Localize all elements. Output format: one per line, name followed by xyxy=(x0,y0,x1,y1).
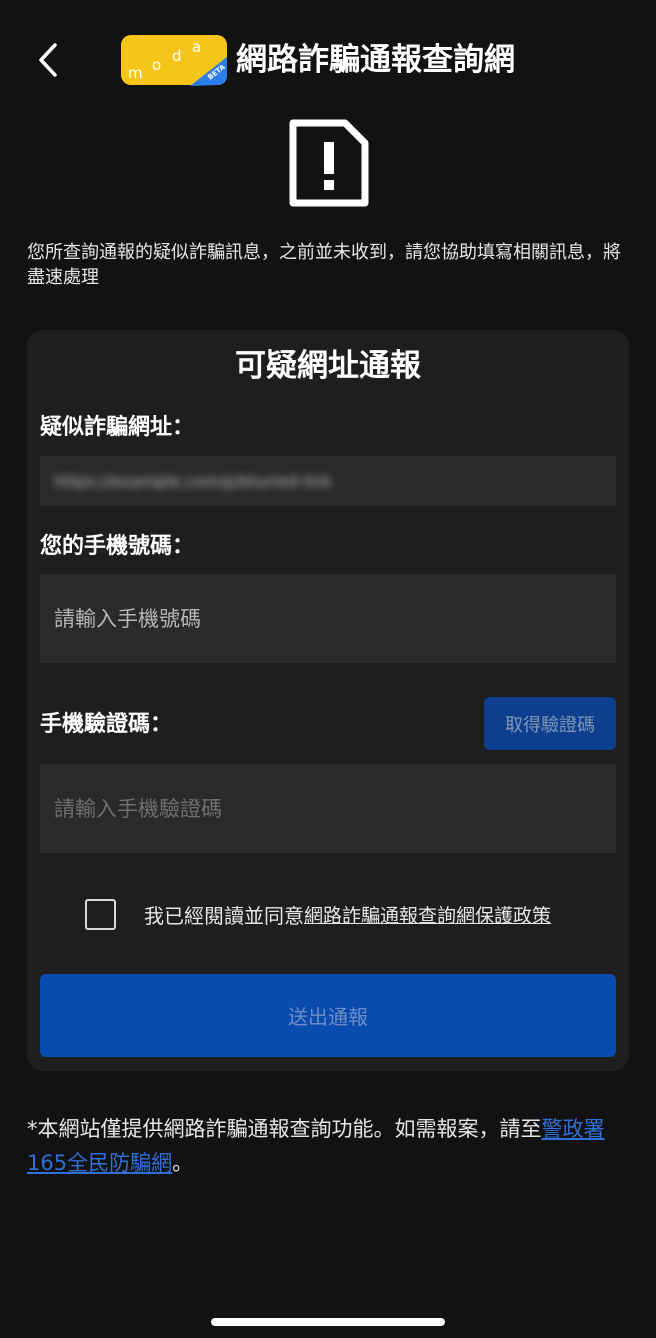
agreement-checkbox[interactable] xyxy=(85,898,116,930)
back-button[interactable] xyxy=(30,38,66,82)
code-field[interactable] xyxy=(40,764,616,853)
report-form-card: 可疑網址通報 疑似詐騙網址： https://example.com/p/blu… xyxy=(27,330,629,1071)
svg-text:m: m xyxy=(128,64,143,82)
app-title: 網路詐騙通報查詢網 xyxy=(236,42,515,78)
chevron-left-icon xyxy=(39,43,57,77)
footnote-text: *本網站僅提供網路詐騙通報查詢功能。如需報案，請至 xyxy=(27,1117,542,1141)
footnote: *本網站僅提供網路詐騙通報查詢功能。如需報案，請至警政署165全民防騙網。 xyxy=(27,1112,627,1180)
url-field: https://example.com/p/blurred-link xyxy=(40,456,616,506)
url-value: https://example.com/p/blurred-link xyxy=(54,471,332,491)
svg-text:o: o xyxy=(152,56,161,74)
form-title: 可疑網址通報 xyxy=(235,348,421,384)
footnote-end: 。 xyxy=(172,1151,194,1175)
phone-input[interactable] xyxy=(54,574,616,663)
file-exclamation-icon xyxy=(289,119,369,207)
moda-logo: m o d a BETA xyxy=(121,35,227,86)
get-code-button[interactable]: 取得驗證碼 xyxy=(484,697,616,750)
intro-text: 您所查詢通報的疑似詐騙訊息，之前並未收到，請您協助填寫相關訊息，將盡速處理 xyxy=(27,242,621,288)
agreement-text: 我已經閱讀並同意 xyxy=(144,903,304,928)
home-indicator[interactable] xyxy=(211,1318,445,1326)
url-label: 疑似詐騙網址： xyxy=(40,415,195,440)
phone-label: 您的手機號碼： xyxy=(40,534,195,559)
svg-text:d: d xyxy=(172,47,182,65)
header: m o d a BETA 網路詐騙通報查詢網 xyxy=(0,28,656,92)
agreement-row: 我已經閱讀並同意 網路詐騙通報查詢網保護政策 xyxy=(85,897,551,931)
submit-button[interactable]: 送出通報 xyxy=(40,974,616,1057)
svg-text:a: a xyxy=(192,38,201,56)
phone-field[interactable] xyxy=(40,574,616,663)
privacy-policy-link[interactable]: 網路詐騙通報查詢網保護政策 xyxy=(304,901,551,928)
code-label: 手機驗證碼： xyxy=(40,712,173,737)
code-input[interactable] xyxy=(54,764,616,853)
